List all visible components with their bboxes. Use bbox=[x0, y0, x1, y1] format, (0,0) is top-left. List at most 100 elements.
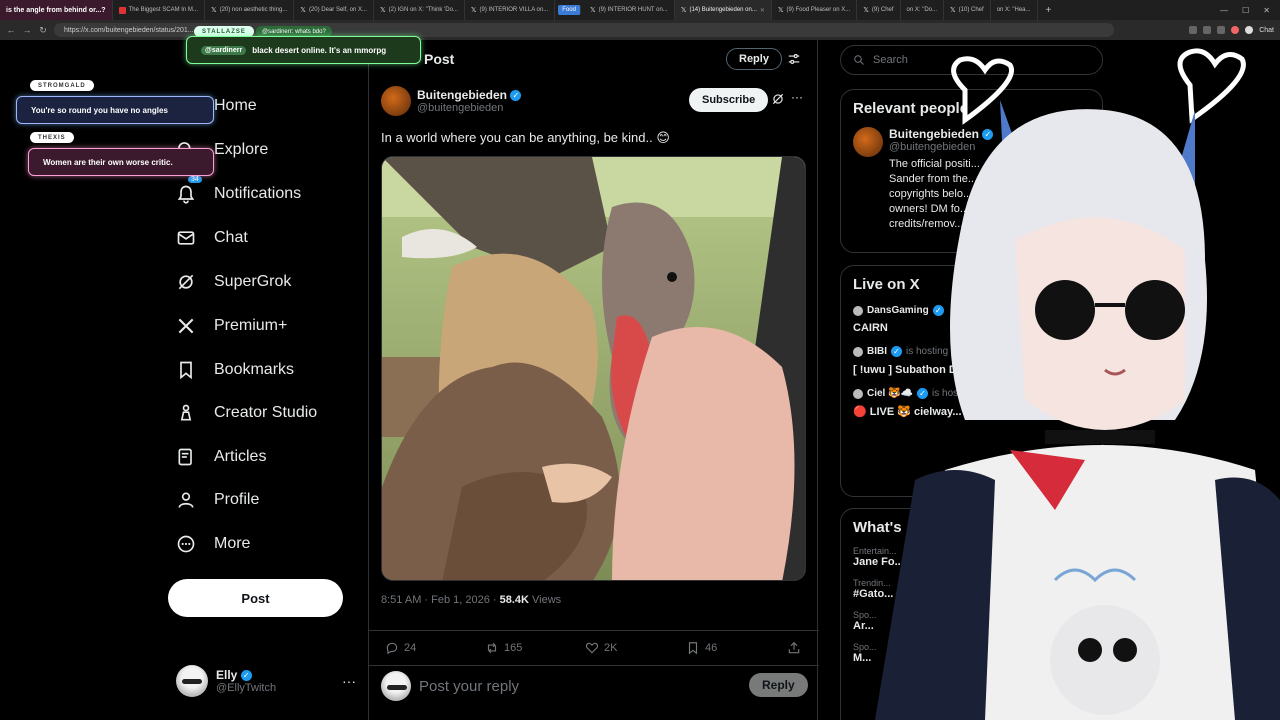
minimize-icon[interactable]: — bbox=[1220, 6, 1228, 15]
browser-tab[interactable]: 𝕏 (9) INTERIOR HUNT on... bbox=[584, 0, 675, 20]
tab-group-food[interactable]: Food bbox=[558, 5, 581, 15]
browser-tab[interactable]: 𝕏 (20) non aesthetic thing... bbox=[205, 0, 295, 20]
extensions bbox=[1189, 26, 1254, 34]
nav-articles[interactable]: Articles bbox=[176, 447, 266, 467]
live-item[interactable]: Ciel 🐯☁️ ✓ is hosting 🔴 LIVE 🐯 cielway... bbox=[853, 388, 1090, 418]
relevant-person[interactable]: Buitengebieden ✓ @buitengebieden The off… bbox=[853, 127, 1090, 232]
subscribe-button[interactable]: Subscribe bbox=[689, 88, 769, 112]
bookmark-icon bbox=[180, 361, 192, 380]
x-logo-icon: 𝕏 bbox=[300, 6, 306, 14]
person-handle: @buitengebieden bbox=[889, 141, 976, 153]
search-icon bbox=[854, 55, 864, 65]
person-name[interactable]: Buitengebieden bbox=[889, 127, 979, 141]
like-action[interactable]: 2K bbox=[585, 641, 617, 655]
maximize-icon[interactable]: ☐ bbox=[1242, 6, 1249, 15]
chat-message-text: Women are their own worse critic. bbox=[43, 157, 173, 167]
mail-icon bbox=[177, 231, 195, 245]
repost-icon bbox=[487, 642, 497, 654]
trend-item[interactable]: Spo... Ar... bbox=[853, 610, 1090, 632]
trend-item[interactable]: Spo... M... bbox=[853, 642, 1090, 664]
host-name: Ciel 🐯☁️ bbox=[867, 388, 914, 399]
x-logo-icon: 𝕏 bbox=[470, 6, 477, 14]
author-avatar[interactable] bbox=[381, 86, 411, 116]
chat-username: THEXIS bbox=[30, 132, 74, 143]
heart-icon bbox=[585, 642, 599, 654]
main-column: Post Reply Buitengebieden ✓ @buitengebie… bbox=[368, 40, 819, 720]
extension-icon[interactable] bbox=[1189, 26, 1198, 34]
post-meta: 8:51 AM · Feb 1, 2026 · 58.4K Views bbox=[381, 594, 561, 606]
extension-icon[interactable] bbox=[1217, 26, 1226, 34]
account-more-icon[interactable]: ··· bbox=[342, 673, 356, 689]
chat-message-text: black desert online. It's an mmorpg bbox=[252, 45, 387, 55]
creator-studio-icon bbox=[180, 404, 192, 421]
post-image[interactable] bbox=[381, 156, 806, 581]
host-avatar bbox=[853, 388, 863, 399]
repost-action[interactable]: 165 bbox=[485, 641, 522, 655]
post-button[interactable]: Post bbox=[168, 579, 343, 617]
profile-icon[interactable] bbox=[1245, 26, 1254, 34]
person-avatar[interactable] bbox=[853, 127, 883, 157]
bookmark-action[interactable]: 46 bbox=[686, 641, 717, 655]
trend-item[interactable]: Entertain... Jane Fo... bbox=[853, 546, 1090, 568]
new-tab-icon[interactable]: + bbox=[1038, 5, 1060, 16]
filter-icon[interactable] bbox=[787, 52, 801, 66]
header-reply-button[interactable]: Reply bbox=[726, 48, 782, 70]
reload-icon[interactable]: ↻ bbox=[38, 25, 48, 36]
chat-bubble: @sardinerr black desert online. It's an … bbox=[186, 36, 421, 64]
nav-bookmarks[interactable]: Bookmarks bbox=[176, 360, 294, 380]
more-options-icon[interactable]: ··· bbox=[791, 90, 803, 104]
close-window-icon[interactable]: ✕ bbox=[1263, 6, 1270, 15]
browser-tab[interactable]: on X: "Hea... bbox=[991, 0, 1038, 20]
nav-chat[interactable]: Chat bbox=[176, 228, 248, 248]
chat-bubble: Women are their own worse critic. bbox=[28, 148, 214, 176]
verified-badge-icon: ✓ bbox=[982, 129, 994, 141]
search-input[interactable]: Search bbox=[840, 45, 1103, 75]
browser-tab[interactable]: is the angle from behind or...? bbox=[0, 0, 113, 20]
window-controls: — ☐ ✕ bbox=[1220, 6, 1280, 15]
browser-tab[interactable]: 𝕏 (20) Dear Self, on X... bbox=[294, 0, 374, 20]
reply-input[interactable]: Post your reply bbox=[419, 678, 519, 695]
browser-tab[interactable]: The Biggest SCAM In M... bbox=[113, 0, 205, 20]
grok-icon[interactable] bbox=[771, 92, 785, 106]
avatar bbox=[381, 671, 411, 701]
author-handle[interactable]: @buitengebieden bbox=[417, 102, 521, 114]
browser-tab[interactable]: 𝕏 (9) Chef bbox=[857, 0, 901, 20]
chat-mention: @sardinerr bbox=[201, 45, 247, 55]
browser-tab-active[interactable]: 𝕏 (14) Buitengebieden on... ✕ bbox=[674, 0, 772, 20]
browser-tab[interactable]: 𝕏 (10) Chef bbox=[944, 0, 991, 20]
host-avatar bbox=[853, 346, 863, 357]
chat-message-text: You're so round you have no angles bbox=[31, 105, 168, 115]
nav-premium[interactable]: Premium+ bbox=[176, 316, 287, 336]
close-icon[interactable]: ✕ bbox=[760, 7, 765, 14]
account-switcher[interactable]: Elly ✓ @EllyTwitch ··· bbox=[176, 665, 356, 697]
browser-tab[interactable]: 𝕏 (9) Food Pleaser on X... bbox=[772, 0, 858, 20]
extension-icon[interactable] bbox=[1203, 26, 1212, 34]
nav-supergrok[interactable]: SuperGrok bbox=[176, 272, 291, 292]
reply-submit-button[interactable]: Reply bbox=[749, 673, 808, 697]
back-icon[interactable]: ← bbox=[6, 25, 16, 35]
share-action[interactable] bbox=[787, 641, 801, 655]
live-item[interactable]: DansGaming ✓ CAIRN bbox=[853, 305, 1090, 334]
forward-icon[interactable]: → bbox=[22, 25, 32, 35]
post-timestamp[interactable]: 8:51 AM · Feb 1, 2026 · bbox=[381, 594, 500, 606]
extension-icon[interactable] bbox=[1231, 26, 1240, 34]
author-name[interactable]: Buitengebieden bbox=[417, 88, 507, 102]
post-author[interactable]: Buitengebieden ✓ @buitengebieden bbox=[381, 86, 522, 116]
browser-tab[interactable]: 𝕏 (2) IGN on X: "Think 'Do... bbox=[374, 0, 465, 20]
browser-chat-button[interactable]: Chat bbox=[1259, 27, 1274, 34]
account-name: Elly bbox=[216, 668, 238, 682]
x-logo-icon: 𝕏 bbox=[777, 6, 784, 14]
nav-notifications[interactable]: 34 Notifications bbox=[176, 176, 301, 204]
x-logo-icon bbox=[178, 318, 194, 334]
live-item[interactable]: BIBI ✓ is hosting [ !uwu ] Subathon Day 3 … bbox=[853, 346, 1090, 376]
nav-more[interactable]: More bbox=[176, 534, 250, 554]
nav-profile[interactable]: Profile bbox=[176, 490, 259, 510]
trend-item[interactable]: Trendin... #Gato... bbox=[853, 578, 1090, 600]
browser-tab[interactable]: 𝕏 (9) INTERIOR VILLA on... bbox=[465, 0, 556, 20]
reply-action[interactable]: 24 bbox=[385, 641, 416, 655]
browser-tab[interactable]: on X: "Do... bbox=[901, 0, 945, 20]
share-icon bbox=[788, 641, 800, 654]
nav-creator-studio[interactable]: Creator Studio bbox=[176, 403, 317, 423]
x-logo-icon: 𝕏 bbox=[210, 6, 217, 14]
comment-icon bbox=[386, 642, 398, 655]
